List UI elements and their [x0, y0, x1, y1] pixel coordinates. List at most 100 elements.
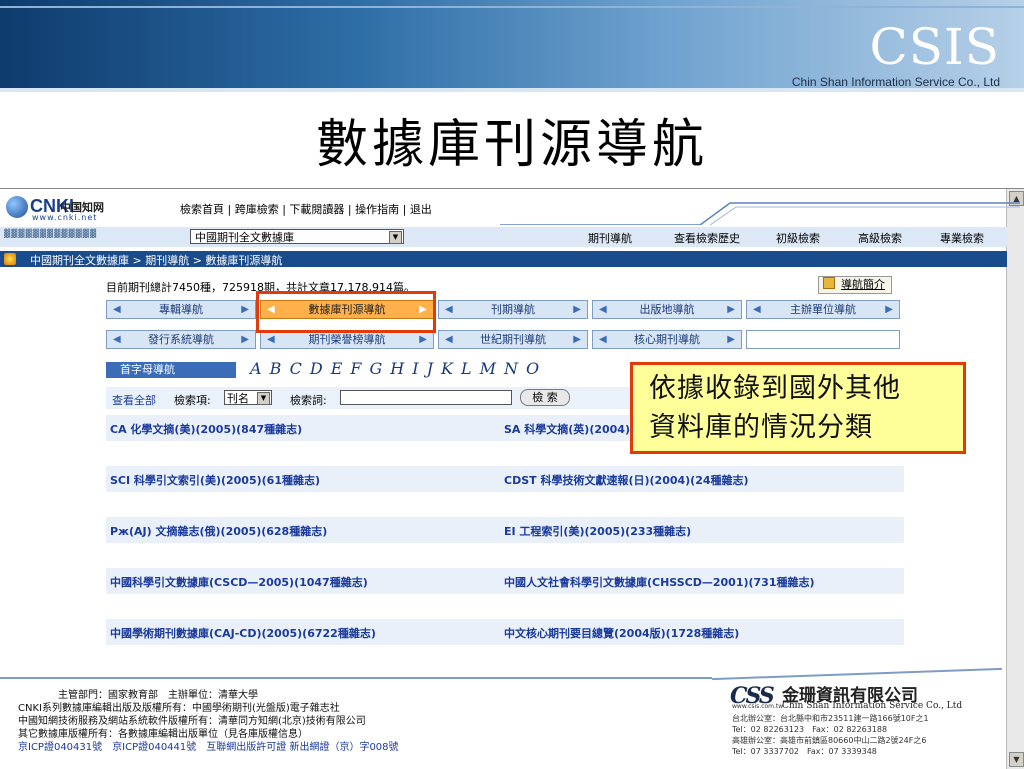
database-select[interactable]: 中國期刊全文數據庫 ▼	[190, 229, 404, 244]
result-link[interactable]: 中國科學引文數據庫(CSCD—2005)(1047種雜志)	[110, 574, 368, 590]
footer-text: 主管部門：國家教育部 主辦單位：清華大學 CNKI系列數據庫編輯出版及版權所有：…	[18, 689, 399, 754]
letter-g[interactable]: G	[370, 359, 391, 378]
guide-intro-link[interactable]: 導航簡介	[818, 276, 892, 294]
left-arrow-icon: ◀	[599, 334, 607, 345]
book-icon	[823, 277, 835, 289]
letter-o[interactable]: O	[526, 359, 547, 378]
link-cross-db-search[interactable]: 跨庫檢索	[235, 203, 279, 216]
nav-btn-distribution[interactable]: ◀ 發行系統導航 ▶	[106, 330, 256, 349]
link-search-home[interactable]: 檢索首頁	[180, 203, 224, 216]
address-line: Tel：07 3337702 Fax：07 3339348	[732, 747, 877, 756]
right-arrow-icon: ▶	[727, 304, 735, 315]
left-arrow-icon: ◀	[113, 334, 121, 345]
breadcrumb: 中國期刊全文數據庫 > 期刊導航 > 數據庫刊源導航	[30, 254, 283, 267]
decorative-banner-text: ▓▓▓▓▓▓▓▓▓▓▓▓▓	[4, 229, 97, 238]
globe-icon	[6, 196, 28, 218]
nav-btn-core[interactable]: ◀ 核心期刊導航 ▶	[592, 330, 742, 349]
decorative-curve	[500, 202, 1020, 225]
letter-k[interactable]: K	[441, 359, 461, 378]
letter-d[interactable]: D	[310, 359, 331, 378]
nav-btn-label: 世紀期刊導航	[480, 333, 546, 346]
nav-search-history[interactable]: 查看檢索歷史	[674, 230, 740, 246]
left-arrow-icon: ◀	[753, 304, 761, 315]
result-link[interactable]: CDST 科學技術文獻速報(日)(2004)(24種雜志)	[504, 472, 749, 488]
link-exit[interactable]: 退出	[410, 203, 432, 216]
nav-btn-publish-place[interactable]: ◀ 出版地導航 ▶	[592, 300, 742, 319]
guide-intro-label: 導航簡介	[841, 278, 885, 291]
result-link[interactable]: SA 科學文摘(英)(2004)	[504, 421, 630, 437]
nav-btn-series[interactable]: ◀ 專輯導航 ▶	[106, 300, 256, 319]
letter-m[interactable]: M	[480, 359, 504, 378]
nav-advanced-search[interactable]: 高級檢索	[858, 230, 902, 246]
field-select[interactable]: 刊名 ▼	[224, 390, 272, 405]
nav-btn-century[interactable]: ◀ 世紀期刊導航 ▶	[438, 330, 588, 349]
search-button[interactable]: 檢 索	[520, 389, 570, 406]
scroll-down-icon[interactable]: ▼	[1009, 752, 1024, 767]
nav-btn-label: 刊期導航	[491, 303, 535, 316]
header-line	[0, 6, 1024, 8]
letter-c[interactable]: C	[290, 359, 310, 378]
link-download-reader[interactable]: 下載閱讀器	[289, 203, 344, 216]
nav-btn-label: 期刊榮譽榜導航	[308, 333, 386, 346]
vertical-scrollbar[interactable]: ▲ ▼	[1006, 189, 1024, 769]
left-arrow-icon: ◀	[267, 334, 275, 345]
letter-a[interactable]: A	[250, 359, 270, 378]
result-link[interactable]: SCI 科學引文索引(美)(2005)(61種雜志)	[110, 472, 320, 488]
database-select-value: 中國期刊全文數據庫	[195, 231, 294, 244]
company-name: Chin Shan Information Service Co., Ltd	[791, 75, 1000, 89]
callout-line-2: 資料庫的情況分類	[649, 412, 873, 443]
dropdown-arrow-icon[interactable]: ▼	[257, 392, 270, 405]
cnki-page: ▲ ▼ CNKI 中国知网 www.cnki.net 檢索首頁 | 跨庫檢索 |…	[0, 188, 1024, 769]
right-arrow-icon: ▶	[573, 334, 581, 345]
result-link[interactable]: CA 化學文摘(美)(2005)(847種雜志)	[110, 421, 302, 437]
nav-btn-label: 出版地導航	[639, 303, 695, 316]
chin-shan-logo: CSS 金珊資訊有限公司 Chin Shan Information Servi…	[730, 679, 1008, 759]
footer-line-3: 中國知網技術服務及網站系統軟件版權所有：清華同方知網(北京)技術有限公司	[18, 716, 366, 727]
breadcrumb-bar: 中國期刊全文數據庫 > 期刊導航 > 數據庫刊源導航	[0, 251, 1007, 267]
letter-n[interactable]: N	[504, 359, 526, 378]
footer-line-1: 主管部門：國家教育部 主辦單位：清華大學	[58, 690, 258, 701]
result-link[interactable]: Рж(AJ) 文摘雜志(俄)(2005)(628種雜志)	[110, 523, 327, 539]
nav-btn-label: 專輯導航	[159, 303, 203, 316]
nav-basic-search[interactable]: 初級檢索	[776, 230, 820, 246]
letter-b[interactable]: B	[270, 359, 290, 378]
right-arrow-icon: ▶	[241, 304, 249, 315]
nav-expert-search[interactable]: 專業檢索	[940, 230, 984, 246]
keyword-input[interactable]	[340, 390, 512, 405]
footer-line-2: CNKI系列數據庫編輯出版及版權所有：中國學術期刊(光盤版)電子雜志社	[18, 703, 340, 714]
letter-f[interactable]: F	[350, 359, 369, 378]
list-item: SCI 科學引文索引(美)(2005)(61種雜志) CDST 科學技術文獻速報…	[106, 466, 904, 492]
nav-btn-sponsor[interactable]: ◀ 主辦單位導航 ▶	[746, 300, 900, 319]
left-arrow-icon: ◀	[113, 304, 121, 315]
letter-i[interactable]: I	[412, 359, 426, 378]
keyword-label: 檢索詞:	[290, 394, 327, 407]
letter-l[interactable]: L	[461, 359, 480, 378]
address-line: 台北辦公室：台北縣中和市23511建一路166號10F之1	[732, 714, 929, 723]
view-all-link[interactable]: 查看全部	[112, 392, 156, 408]
initial-letter-tab[interactable]: 首字母導航	[106, 362, 236, 378]
link-guide[interactable]: 操作指南	[355, 203, 399, 216]
result-link[interactable]: EI 工程索引(美)(2005)(233種雜志)	[504, 523, 691, 539]
cnki-url: www.cnki.net	[32, 213, 98, 222]
dropdown-arrow-icon[interactable]: ▼	[389, 231, 402, 244]
nav-journal-guide[interactable]: 期刊導航	[588, 230, 632, 246]
letter-h[interactable]: H	[390, 359, 412, 378]
chin-shan-addresses: 台北辦公室：台北縣中和市23511建一路166號10F之1 Tel：02 822…	[732, 713, 929, 757]
folder-icon	[4, 253, 16, 265]
letter-j[interactable]: J	[427, 359, 441, 378]
left-arrow-icon: ◀	[445, 334, 453, 345]
chin-shan-website: www.csis.com.tw	[732, 703, 784, 710]
top-links: 檢索首頁 | 跨庫檢索 | 下載閱讀器 | 操作指南 | 退出	[180, 203, 432, 216]
nav-btn-period[interactable]: ◀ 刊期導航 ▶	[438, 300, 588, 319]
result-link[interactable]: 中國學術期刊數據庫(CAJ-CD)(2005)(6722種雜志)	[110, 625, 376, 641]
result-link[interactable]: 中國人文社會科學引文數據庫(CHSSCD—2001)(731種雜志)	[504, 574, 815, 590]
field-select-value: 刊名	[227, 392, 249, 405]
left-arrow-icon: ◀	[445, 304, 453, 315]
cnki-logo[interactable]: CNKI 中国知网 www.cnki.net	[6, 193, 106, 223]
nav-btn-label: 發行系統導航	[148, 333, 214, 346]
field-label: 檢索項:	[174, 394, 211, 407]
letter-e[interactable]: E	[331, 359, 351, 378]
callout-line-1: 依據收錄到國外其他	[649, 373, 901, 404]
result-link[interactable]: 中文核心期刊要目總覽(2004版)(1728種雜志)	[504, 625, 739, 641]
annotation-callout: 依據收錄到國外其他 資料庫的情況分類	[630, 362, 966, 454]
